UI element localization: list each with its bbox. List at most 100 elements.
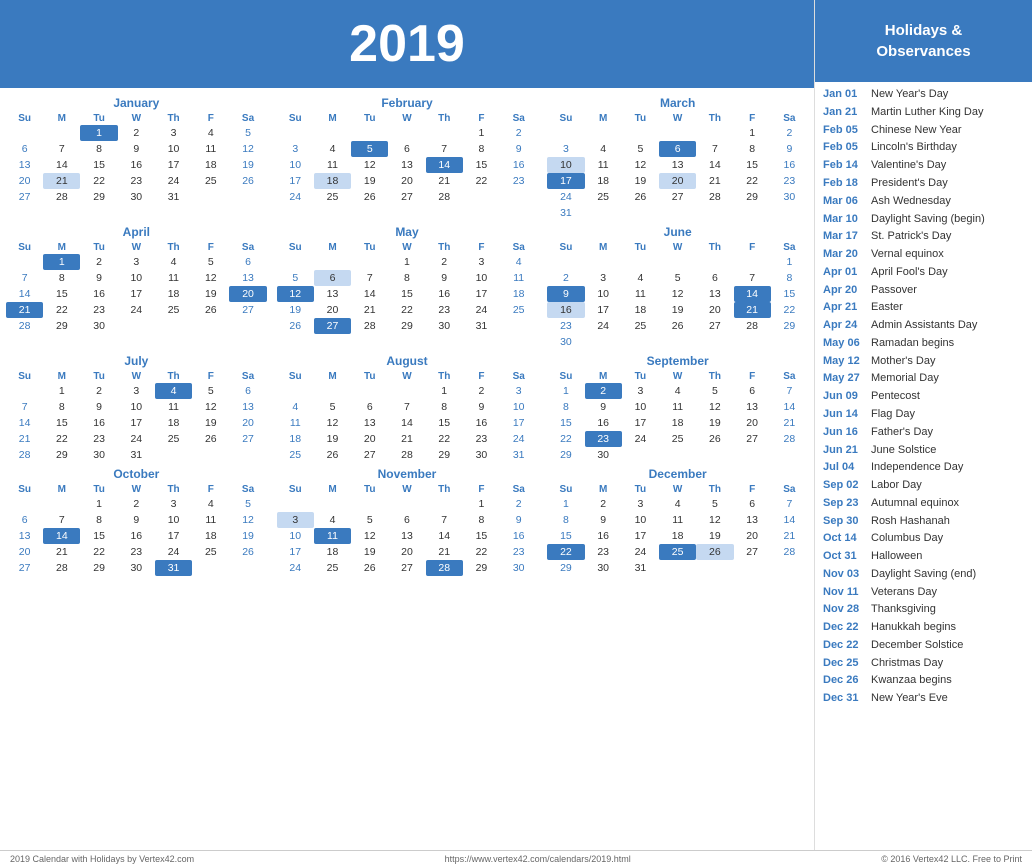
- holiday-item: May 27Memorial Day: [821, 370, 1026, 388]
- calendar-day: 17: [547, 173, 584, 189]
- holiday-item: Nov 03Daylight Saving (end): [821, 566, 1026, 584]
- calendar-day: [6, 125, 43, 141]
- calendar-day: 6: [229, 254, 266, 270]
- holiday-name: St. Patrick's Day: [871, 229, 951, 244]
- holiday-name: Thanksgiving: [871, 602, 936, 617]
- day-header: W: [659, 483, 696, 496]
- calendar-day: 19: [314, 431, 351, 447]
- month-table: SuMTuWThFSa12345678910111213141516171819…: [277, 112, 538, 205]
- holiday-item: Sep 30Rosh Hashanah: [821, 512, 1026, 530]
- calendar-day: 15: [547, 528, 584, 544]
- calendar-day: 22: [547, 431, 584, 447]
- month-block: OctoberSuMTuWThFSa1234567891011121314151…: [6, 467, 267, 576]
- holiday-date: Feb 18: [823, 176, 867, 191]
- calendar-day: 7: [388, 399, 425, 415]
- calendar-day: 21: [43, 544, 80, 560]
- calendar-day: 10: [277, 528, 314, 544]
- calendar-day: [659, 205, 696, 221]
- calendar-day: [229, 447, 266, 463]
- calendar-day: [696, 254, 733, 270]
- calendar-day: 16: [585, 415, 622, 431]
- calendar-day: 25: [155, 302, 192, 318]
- calendar-day: 4: [659, 383, 696, 399]
- calendar-day: 4: [314, 512, 351, 528]
- calendar-day: 17: [585, 302, 622, 318]
- calendar-day: 11: [622, 286, 659, 302]
- calendar-day: 7: [6, 399, 43, 415]
- calendar-day: 31: [622, 560, 659, 576]
- calendar-day: [351, 254, 388, 270]
- calendar-day: 9: [463, 399, 500, 415]
- calendar-day: 27: [6, 560, 43, 576]
- month-block: SeptemberSuMTuWThFSa12345678910111213141…: [547, 354, 808, 463]
- calendar-day: 12: [351, 157, 388, 173]
- holiday-date: Sep 23: [823, 496, 867, 511]
- calendar-day: 5: [192, 383, 229, 399]
- calendar-day: 5: [659, 270, 696, 286]
- holiday-date: Nov 28: [823, 602, 867, 617]
- calendar-day: 24: [463, 302, 500, 318]
- holiday-date: Jan 01: [823, 87, 867, 102]
- calendar-day: 15: [43, 286, 80, 302]
- calendar-day: 18: [659, 415, 696, 431]
- calendar-day: 4: [277, 399, 314, 415]
- calendar-day: 6: [314, 270, 351, 286]
- calendar-day: [696, 334, 733, 350]
- calendar-day: 31: [155, 189, 192, 205]
- calendar-day: 11: [659, 512, 696, 528]
- calendar-day: 26: [192, 302, 229, 318]
- calendar-day: 25: [314, 560, 351, 576]
- calendar-day: [734, 560, 771, 576]
- calendar-day: 2: [547, 270, 584, 286]
- holiday-name: Veterans Day: [871, 585, 937, 600]
- calendar-day: 17: [277, 544, 314, 560]
- calendar-day: 12: [351, 528, 388, 544]
- calendar-day: [622, 205, 659, 221]
- calendar-day: 13: [388, 157, 425, 173]
- calendar-day: 12: [277, 286, 314, 302]
- calendar-day: 21: [426, 544, 463, 560]
- calendar-day: 5: [277, 270, 314, 286]
- calendar-day: [388, 383, 425, 399]
- calendar-day: 21: [771, 528, 808, 544]
- calendar-day: 17: [155, 157, 192, 173]
- calendar-day: [500, 189, 537, 205]
- calendar-day: 5: [696, 383, 733, 399]
- calendar-day: [734, 254, 771, 270]
- holiday-date: Oct 31: [823, 549, 867, 564]
- footer-right: © 2016 Vertex42 LLC. Free to Print: [881, 854, 1022, 864]
- calendar-day: 6: [229, 383, 266, 399]
- calendar-day: [659, 125, 696, 141]
- holiday-date: Jun 16: [823, 425, 867, 440]
- calendar-day: [155, 447, 192, 463]
- calendar-day: 11: [155, 399, 192, 415]
- calendar-day: 29: [734, 189, 771, 205]
- calendar-day: 17: [500, 415, 537, 431]
- calendar-day: 7: [43, 141, 80, 157]
- calendar-day: 14: [771, 512, 808, 528]
- calendar-day: 2: [585, 496, 622, 512]
- calendar-day: 9: [80, 270, 117, 286]
- calendar-day: 28: [771, 431, 808, 447]
- calendar-day: 24: [155, 173, 192, 189]
- day-header: Sa: [229, 112, 266, 125]
- calendar-day: 14: [6, 286, 43, 302]
- calendar-day: 30: [118, 560, 155, 576]
- calendar-day: [771, 560, 808, 576]
- calendar-day: 11: [659, 399, 696, 415]
- calendar-day: 25: [622, 318, 659, 334]
- calendar-day: [734, 334, 771, 350]
- calendar-day: 23: [118, 173, 155, 189]
- calendar-day: 13: [734, 399, 771, 415]
- calendar-day: 26: [351, 189, 388, 205]
- calendar-day: [696, 447, 733, 463]
- calendar-day: 25: [155, 431, 192, 447]
- calendar-day: 20: [659, 173, 696, 189]
- holiday-date: May 27: [823, 371, 867, 386]
- calendar-day: [585, 334, 622, 350]
- holiday-name: Labor Day: [871, 478, 922, 493]
- calendar-day: 3: [622, 496, 659, 512]
- calendar-day: 2: [80, 383, 117, 399]
- holiday-name: New Year's Eve: [871, 691, 948, 706]
- month-table: SuMTuWThFSa12345678910111213141516171819…: [277, 241, 538, 334]
